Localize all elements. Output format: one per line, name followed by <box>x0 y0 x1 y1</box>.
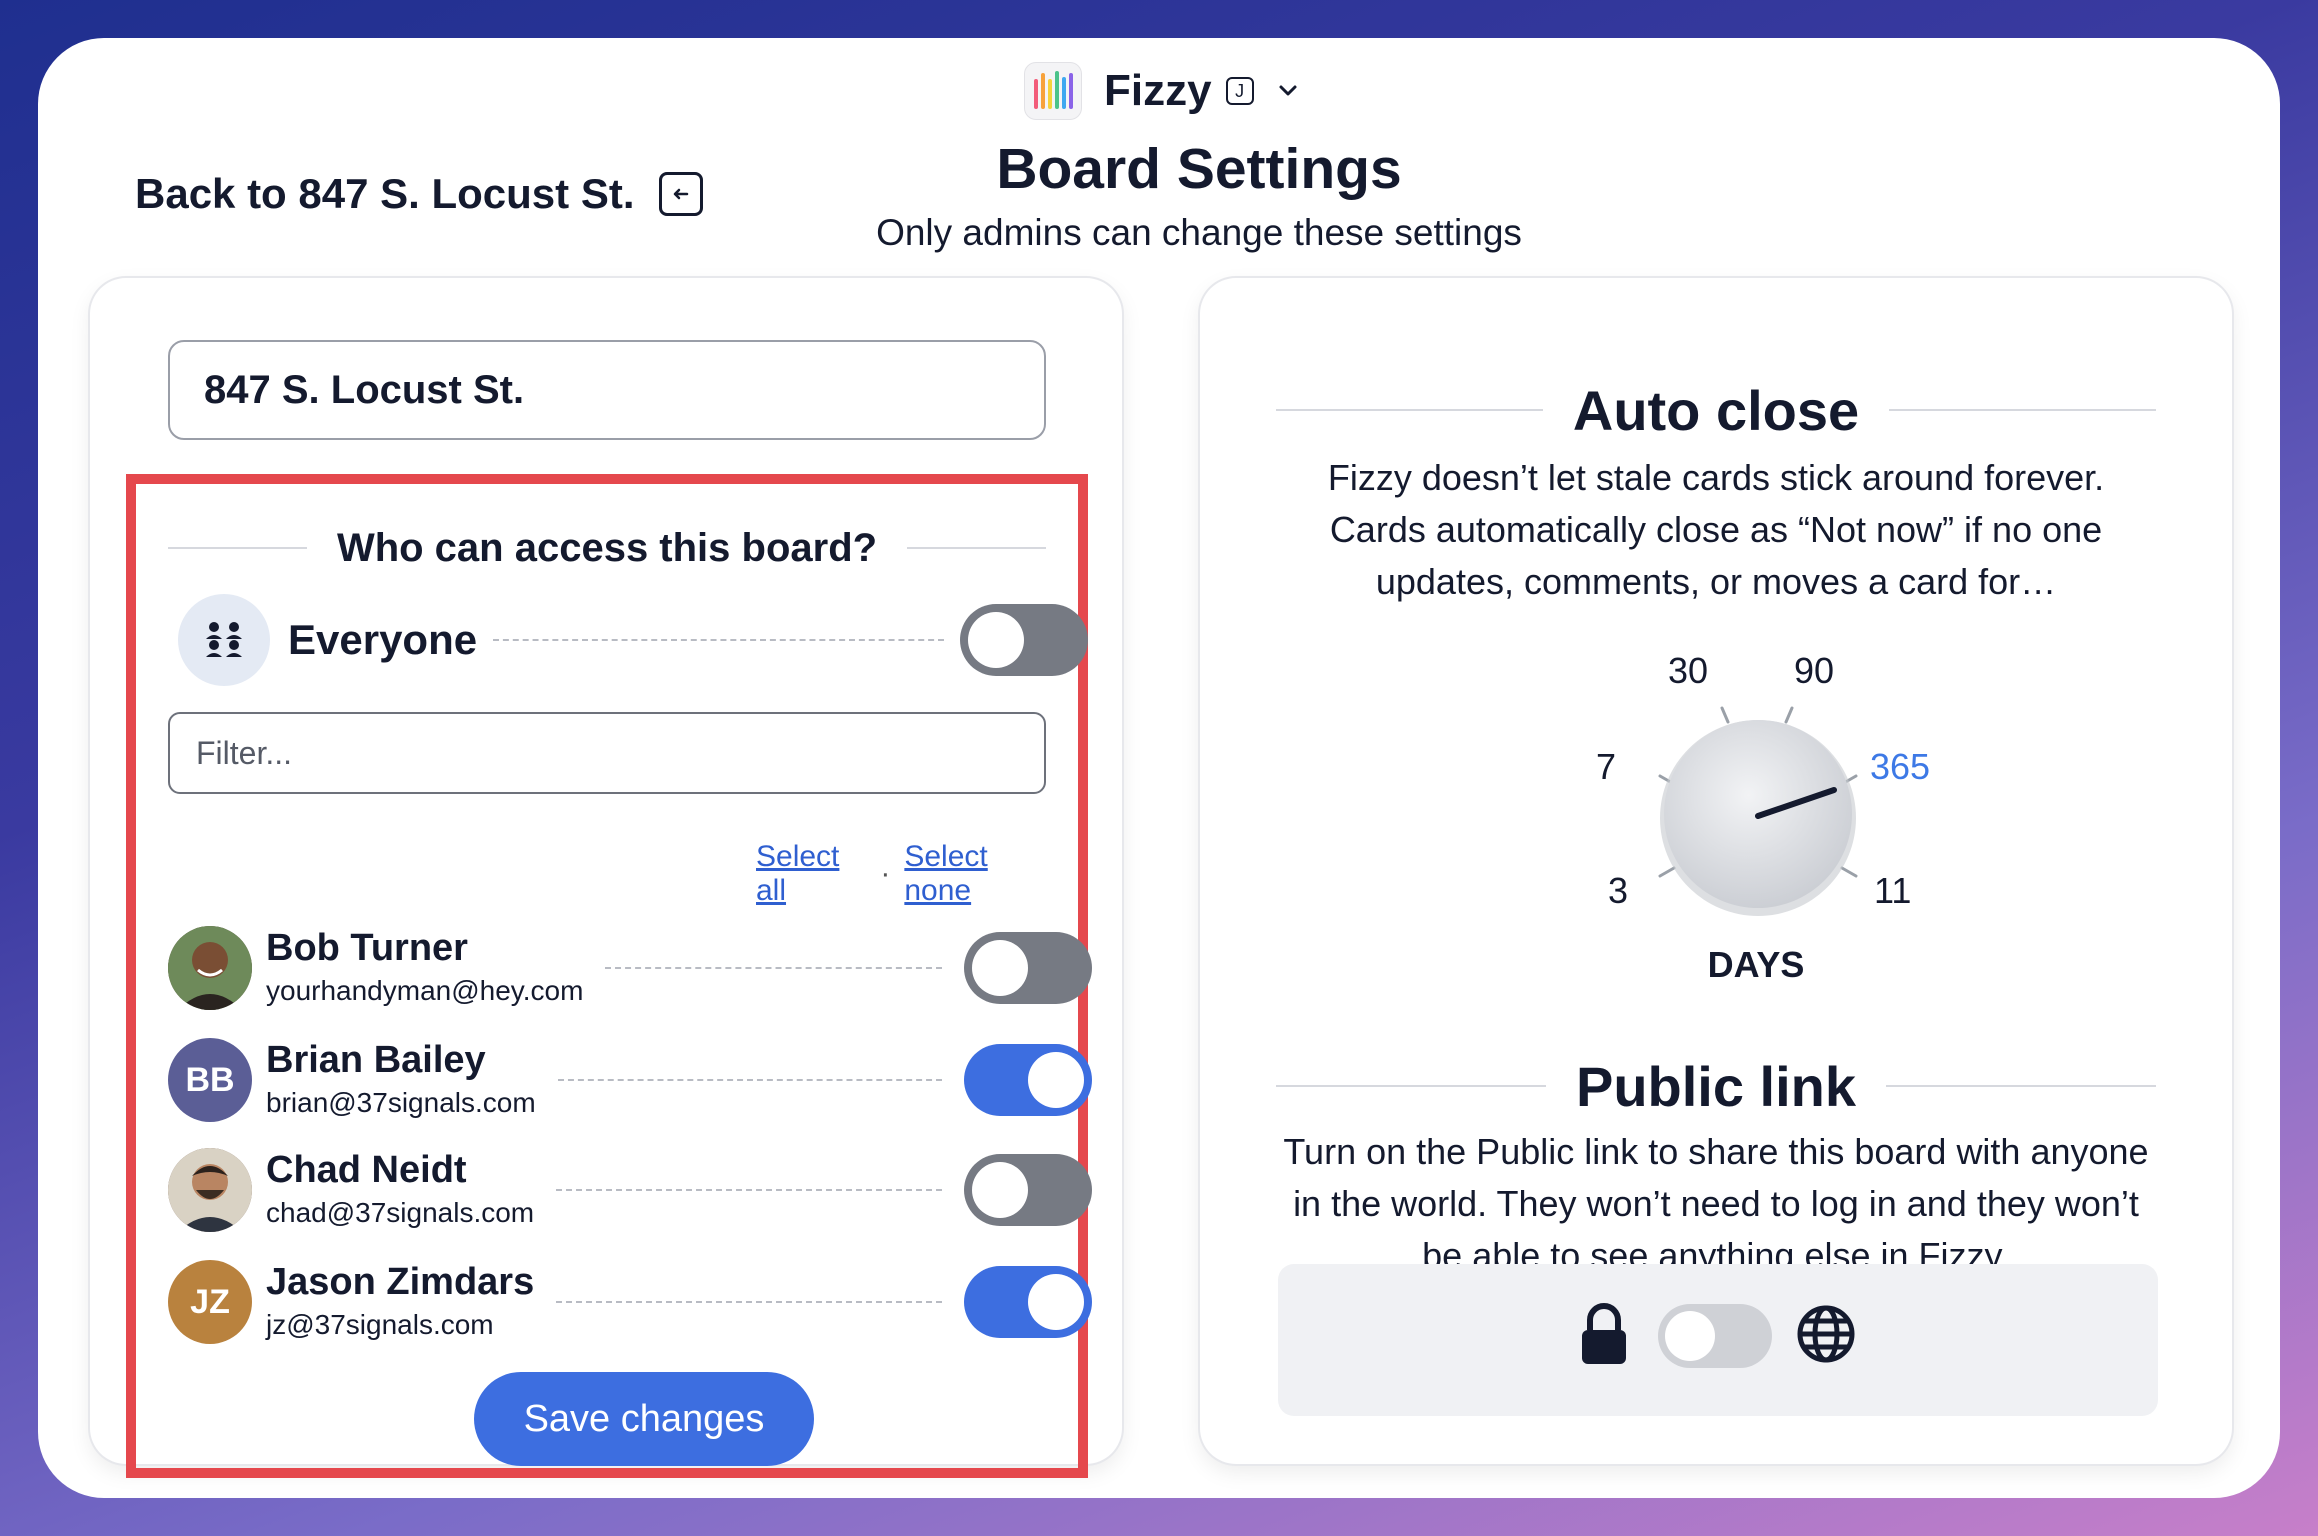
settings-window: Fizzy J Back to 847 S. Locust St. Board … <box>38 38 2280 1498</box>
user-email: chad@37signals.com <box>266 1197 535 1228</box>
user-row: Bob Turner yourhandyman@hey.com <box>168 924 1092 1012</box>
leader-dots <box>557 1079 942 1081</box>
access-heading-label: Who can access this board? <box>336 525 878 570</box>
select-links: Select all · Select none <box>756 840 1048 908</box>
public-link-control <box>1278 1264 2158 1416</box>
everyone-row: Everyone <box>178 594 1088 686</box>
dial-option-90[interactable]: 90 <box>1794 650 1834 692</box>
select-none-link[interactable]: Select none <box>904 840 1048 908</box>
user-name: Chad Neidt <box>266 1149 467 1191</box>
fizzy-logo-icon <box>1024 62 1082 120</box>
save-changes-button[interactable]: Save changes <box>474 1372 814 1466</box>
user-name: Jason Zimdars <box>266 1261 535 1303</box>
page-subtitle: Only admins can change these settings <box>876 212 1522 253</box>
auto-close-heading-label: Auto close <box>1572 378 1860 442</box>
select-separator: · <box>880 857 891 890</box>
leader-dots <box>493 639 944 641</box>
dial-option-3[interactable]: 3 <box>1608 870 1628 912</box>
public-link-heading-label: Public link <box>1575 1054 1857 1118</box>
user-row: BB Brian Bailey brian@37signals.com <box>168 1036 1092 1124</box>
dial-option-30[interactable]: 30 <box>1668 650 1708 692</box>
lock-icon <box>1582 1303 1626 1364</box>
user-access-toggle[interactable] <box>964 1266 1092 1338</box>
leader-dots <box>605 967 942 969</box>
back-link-label: Back to 847 S. Locust St. <box>135 170 635 217</box>
public-link-heading: Public link <box>1276 1048 2156 1124</box>
auto-close-description: Fizzy doesn’t let stale cards stick arou… <box>1327 457 2105 602</box>
user-access-toggle[interactable] <box>964 932 1092 1004</box>
filter-input[interactable] <box>168 712 1046 794</box>
avatar-brian-bailey: BB <box>168 1038 252 1122</box>
access-heading: Who can access this board? <box>168 518 1047 578</box>
avatar-jason-zimdars: JZ <box>168 1260 252 1344</box>
user-row: JZ Jason Zimdars jz@37signals.com <box>168 1258 1092 1346</box>
app-switcher[interactable]: Fizzy J <box>1024 56 1302 126</box>
chevron-down-icon[interactable] <box>1274 77 1302 105</box>
user-email: yourhandyman@hey.com <box>266 975 584 1006</box>
group-icon <box>178 594 270 686</box>
avatar-bob-turner <box>168 926 252 1010</box>
user-name: Brian Bailey <box>266 1039 486 1081</box>
everyone-label: Everyone <box>288 616 478 663</box>
page-title: Board Settings <box>996 137 1402 201</box>
leader-dots <box>556 1301 942 1303</box>
dial-option-365[interactable]: 365 <box>1870 746 1930 788</box>
user-access-toggle[interactable] <box>964 1154 1092 1226</box>
select-all-link[interactable]: Select all <box>756 840 866 908</box>
public-link-description: Turn on the Public link to share this bo… <box>1283 1131 2149 1276</box>
auto-close-dial[interactable] <box>1616 658 1900 942</box>
user-email: brian@37signals.com <box>266 1087 536 1118</box>
board-name-field[interactable]: 847 S. Locust St. <box>168 340 1046 440</box>
auto-close-heading: Auto close <box>1276 372 2157 448</box>
app-name: Fizzy <box>1104 66 1212 115</box>
user-row: Chad Neidt chad@37signals.com <box>168 1146 1092 1234</box>
avatar-chad-neidt <box>168 1148 252 1232</box>
shortcut-key-badge: J <box>1225 77 1254 105</box>
user-email: jz@37signals.com <box>266 1309 494 1340</box>
globe-icon <box>1797 1305 1855 1363</box>
dial-option-11[interactable]: 11 <box>1874 870 1911 912</box>
days-unit-label: DAYS <box>1707 944 1805 985</box>
everyone-toggle[interactable] <box>960 604 1088 676</box>
leader-dots <box>556 1189 942 1191</box>
user-access-toggle[interactable] <box>964 1044 1092 1116</box>
user-name: Bob Turner <box>266 927 468 969</box>
public-link-toggle[interactable] <box>1658 1304 1772 1368</box>
dial-option-7[interactable]: 7 <box>1596 746 1616 788</box>
